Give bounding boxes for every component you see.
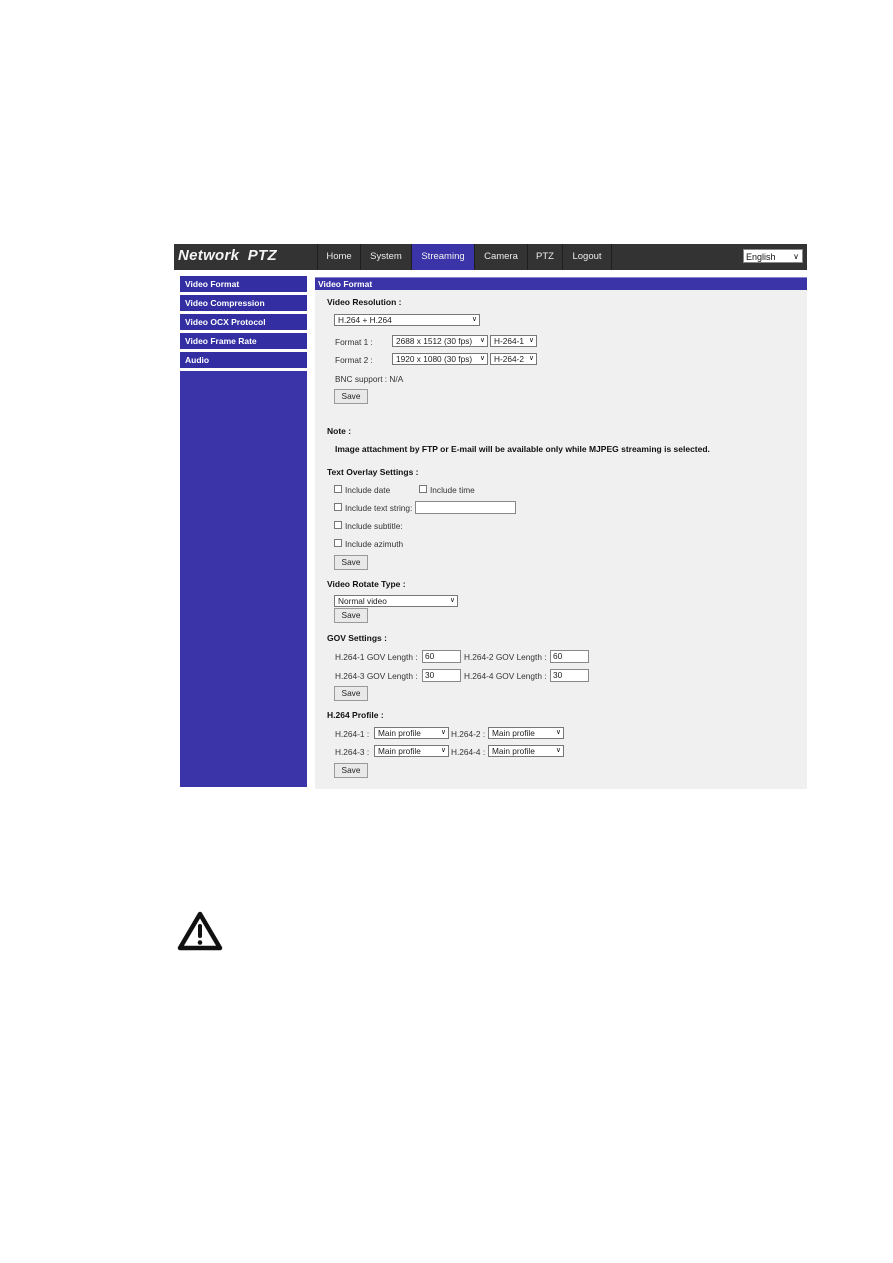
chevron-down-icon: ∨: [479, 337, 485, 344]
format2-label: Format 2 :: [335, 355, 373, 365]
gov-h1-label: H.264-1 GOV Length :: [335, 652, 418, 662]
profile-h1-select[interactable]: Main profile ∨: [374, 727, 449, 739]
format1-label: Format 1 :: [335, 337, 373, 347]
warning-triangle-icon: [176, 910, 224, 952]
bnc-support-text: BNC support : N/A: [335, 374, 404, 384]
include-date-label: Include date: [345, 485, 391, 495]
rotate-heading: Video Rotate Type :: [327, 579, 406, 589]
rotate-type-value: Normal video: [338, 596, 387, 606]
page-title: Video Format: [315, 277, 807, 290]
profile-h2-value: Main profile: [492, 728, 535, 738]
main-tabs: Home System Streaming Camera PTZ Logout: [317, 244, 612, 270]
profile-h2-select[interactable]: Main profile ∨: [488, 727, 564, 739]
include-subtitle-checkbox[interactable]: [334, 521, 342, 529]
gov-h3-input[interactable]: 30: [422, 669, 461, 682]
profile-h4-label: H.264-4 :: [451, 747, 486, 757]
chevron-down-icon: ∨: [555, 729, 561, 736]
format1-stream-value: H-264-1: [494, 336, 524, 346]
tab-ptz[interactable]: PTZ: [527, 244, 562, 270]
format2-resolution-select[interactable]: 1920 x 1080 (30 fps) ∨: [392, 353, 488, 365]
chevron-down-icon: ∨: [555, 747, 561, 754]
save-overlay-button[interactable]: Save: [334, 555, 368, 570]
include-date-checkbox[interactable]: [334, 485, 342, 493]
language-select[interactable]: English ∨: [743, 249, 803, 263]
sidebar-item-video-frame-rate[interactable]: Video Frame Rate: [180, 333, 307, 349]
chevron-down-icon: ∨: [449, 597, 455, 604]
tab-streaming[interactable]: Streaming: [411, 244, 474, 270]
chevron-down-icon: ∨: [440, 747, 446, 754]
include-time-label: Include time: [430, 485, 475, 495]
profile-h4-value: Main profile: [492, 746, 535, 756]
chevron-down-icon: ∨: [479, 355, 485, 362]
sidebar-item-video-ocx-protocol[interactable]: Video OCX Protocol: [180, 314, 307, 330]
format2-stream-value: H-264-2: [494, 354, 524, 364]
save-rotate-button[interactable]: Save: [334, 608, 368, 623]
chevron-down-icon: ∨: [528, 337, 534, 344]
sidebar: Video Format Video Compression Video OCX…: [180, 276, 307, 787]
profile-h1-label: H.264-1 :: [335, 729, 370, 739]
format2-resolution-value: 1920 x 1080 (30 fps): [396, 354, 473, 364]
format1-stream-select[interactable]: H-264-1 ∨: [490, 335, 537, 347]
brand-logo: Network PTZ: [178, 247, 277, 264]
include-text-string-label: Include text string:: [345, 503, 413, 513]
include-azimuth-checkbox[interactable]: [334, 539, 342, 547]
sidebar-item-video-format[interactable]: Video Format: [180, 276, 307, 292]
note-heading: Note :: [327, 426, 352, 436]
profile-h3-value: Main profile: [378, 746, 421, 756]
save-resolution-button[interactable]: Save: [334, 389, 368, 404]
include-azimuth-label: Include azimuth: [345, 539, 404, 549]
chevron-down-icon: ∨: [793, 252, 799, 261]
sidebar-item-audio[interactable]: Audio: [180, 352, 307, 368]
save-gov-button[interactable]: Save: [334, 686, 368, 701]
tab-system[interactable]: System: [360, 244, 411, 270]
profile-h2-label: H.264-2 :: [451, 729, 486, 739]
chevron-down-icon: ∨: [440, 729, 446, 736]
content-panel: Video Format Video Resolution : H.264 + …: [315, 277, 807, 789]
tab-camera[interactable]: Camera: [474, 244, 527, 270]
gov-h1-input[interactable]: 60: [422, 650, 461, 663]
profile-h4-select[interactable]: Main profile ∨: [488, 745, 564, 757]
profile-h3-label: H.264-3 :: [335, 747, 370, 757]
include-time-checkbox[interactable]: [419, 485, 427, 493]
text-overlay-heading: Text Overlay Settings :: [327, 467, 419, 477]
profile-h1-value: Main profile: [378, 728, 421, 738]
resolution-mode-select[interactable]: H.264 + H.264 ∨: [334, 314, 480, 326]
include-text-string-checkbox[interactable]: [334, 503, 342, 511]
rotate-type-select[interactable]: Normal video ∨: [334, 595, 458, 607]
profile-heading: H.264 Profile :: [327, 710, 384, 720]
format1-resolution-value: 2688 x 1512 (30 fps): [396, 336, 473, 346]
chevron-down-icon: ∨: [471, 316, 477, 323]
tab-logout[interactable]: Logout: [562, 244, 612, 270]
top-nav-bar: Network PTZ Home System Streaming Camera…: [174, 244, 807, 270]
gov-h4-label: H.264-4 GOV Length :: [464, 671, 547, 681]
format2-stream-select[interactable]: H-264-2 ∨: [490, 353, 537, 365]
gov-h4-input[interactable]: 30: [550, 669, 589, 682]
sidebar-item-video-compression[interactable]: Video Compression: [180, 295, 307, 311]
note-text: Image attachment by FTP or E-mail will b…: [335, 444, 710, 454]
tab-home[interactable]: Home: [317, 244, 360, 270]
include-subtitle-label: Include subtitle:: [345, 521, 403, 531]
web-ui: Network PTZ Home System Streaming Camera…: [174, 244, 807, 789]
gov-h2-input[interactable]: 60: [550, 650, 589, 663]
save-profile-button[interactable]: Save: [334, 763, 368, 778]
chevron-down-icon: ∨: [528, 355, 534, 362]
profile-h3-select[interactable]: Main profile ∨: [374, 745, 449, 757]
video-resolution-heading: Video Resolution :: [327, 297, 402, 307]
gov-heading: GOV Settings :: [327, 633, 387, 643]
language-value: English: [746, 252, 776, 262]
gov-h2-label: H.264-2 GOV Length :: [464, 652, 547, 662]
text-string-input[interactable]: [415, 501, 516, 514]
sidebar-fill: [180, 371, 307, 787]
gov-h3-label: H.264-3 GOV Length :: [335, 671, 418, 681]
format1-resolution-select[interactable]: 2688 x 1512 (30 fps) ∨: [392, 335, 488, 347]
resolution-mode-value: H.264 + H.264: [338, 315, 392, 325]
